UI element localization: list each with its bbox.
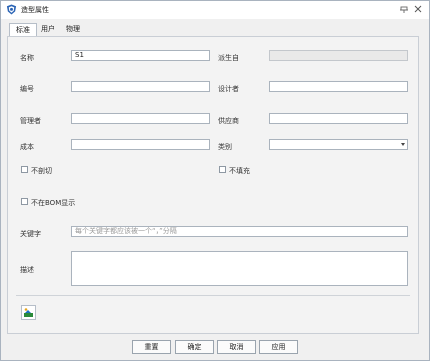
description-label: 描述 xyxy=(20,266,34,274)
ok-button[interactable]: 确定 xyxy=(175,340,214,354)
no-fill-label: 不填充 xyxy=(229,167,250,175)
category-select[interactable] xyxy=(269,139,408,150)
designer-input[interactable] xyxy=(269,81,408,92)
derived-label: 派生自 xyxy=(218,54,239,62)
chevron-down-icon xyxy=(401,143,405,146)
close-icon[interactable] xyxy=(413,4,423,14)
cost-label: 成本 xyxy=(20,143,34,151)
tab-physical[interactable]: 物理 xyxy=(62,23,84,35)
name-label: 名称 xyxy=(20,54,34,62)
pin-icon[interactable] xyxy=(399,4,409,14)
no-cut-label: 不剖切 xyxy=(31,167,52,175)
window-title: 造型属性 xyxy=(21,6,49,14)
category-label: 类别 xyxy=(218,143,232,151)
not-in-bom-label: 不在BOM显示 xyxy=(31,199,76,207)
keywords-input[interactable]: 每个关键字都应该被一个“，”分隔 xyxy=(71,226,408,237)
add-image-button[interactable] xyxy=(21,305,36,320)
title-bar[interactable]: 造型属性 xyxy=(1,1,429,19)
manager-input[interactable] xyxy=(71,113,210,124)
number-label: 编号 xyxy=(20,85,34,93)
apply-button[interactable]: 应用 xyxy=(259,340,298,354)
designer-label: 设计者 xyxy=(218,85,239,93)
no-cut-checkbox[interactable] xyxy=(21,166,28,173)
dialog-window: 造型属性 标准 用户 物理 名称 S1 派生自 编号 设计者 管理者 供应商 成… xyxy=(0,0,430,361)
cost-input[interactable] xyxy=(71,139,210,150)
shield-app-icon xyxy=(6,4,17,15)
separator xyxy=(16,295,410,296)
cancel-button[interactable]: 取消 xyxy=(217,340,256,354)
derived-input xyxy=(269,50,408,61)
not-in-bom-checkbox[interactable] xyxy=(21,198,28,205)
name-input[interactable]: S1 xyxy=(71,50,210,61)
add-image-icon xyxy=(24,308,33,317)
supplier-input[interactable] xyxy=(269,113,408,124)
reset-button[interactable]: 重置 xyxy=(132,340,171,354)
description-textarea[interactable] xyxy=(71,251,408,286)
number-input[interactable] xyxy=(71,81,210,92)
supplier-label: 供应商 xyxy=(218,117,239,125)
tab-user[interactable]: 用户 xyxy=(37,23,59,35)
keywords-label: 关键字 xyxy=(20,230,41,238)
tab-standard[interactable]: 标准 xyxy=(9,23,37,37)
manager-label: 管理者 xyxy=(20,117,41,125)
no-fill-checkbox[interactable] xyxy=(219,166,226,173)
